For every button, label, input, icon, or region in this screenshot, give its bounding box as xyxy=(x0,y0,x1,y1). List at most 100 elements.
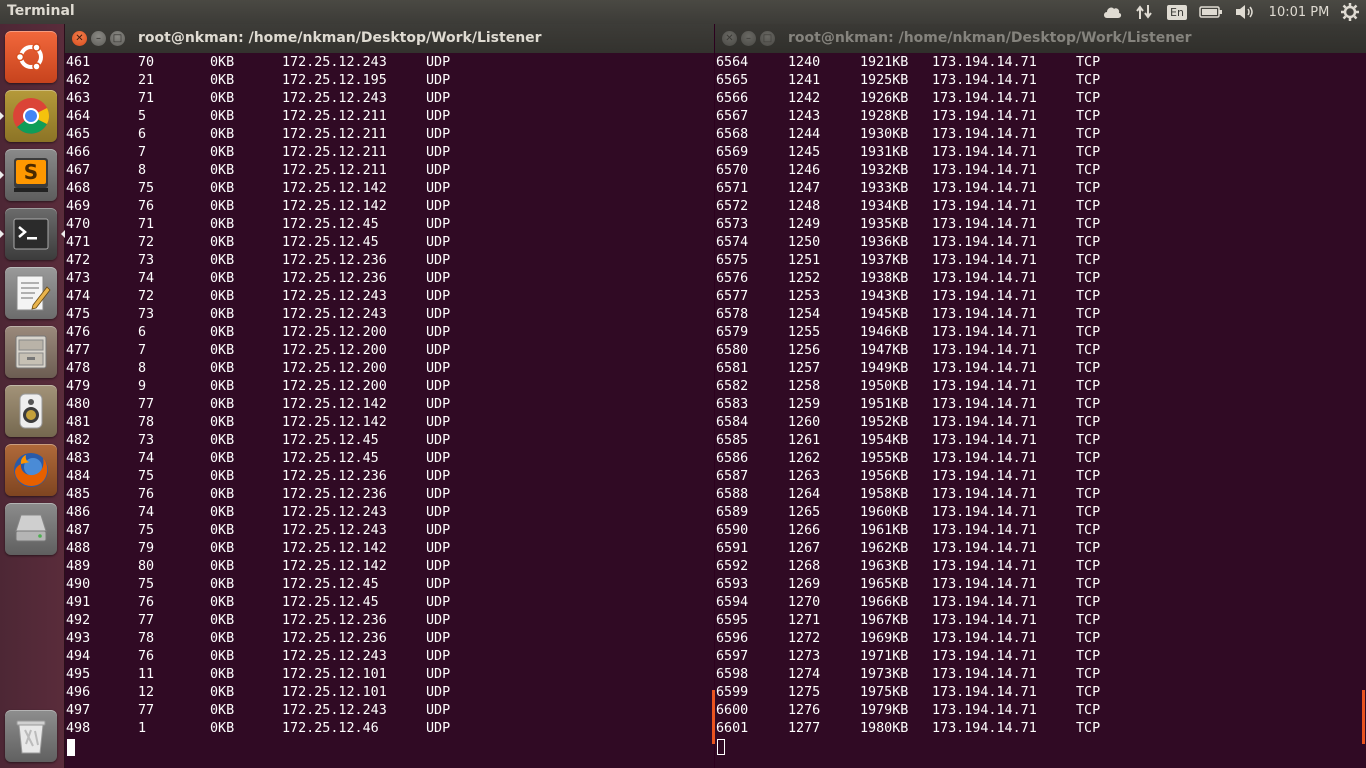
terminal-line: 492 77 0KB 172.25.12.236 UDP xyxy=(66,612,714,630)
protocol: TCP xyxy=(1076,703,1101,718)
terminal-output[interactable]: 461 70 0KB 172.25.12.243 UDP 462 21 0KB 172.25.1… xyxy=(66,54,714,756)
packet-count: 1261 xyxy=(788,433,821,448)
clock-time: 10:01 PM xyxy=(1268,4,1330,20)
session-gear-icon[interactable] xyxy=(1338,0,1362,24)
protocol: TCP xyxy=(1076,397,1101,412)
packet-index: 492 xyxy=(66,613,91,628)
text-editor-icon[interactable] xyxy=(5,267,57,319)
packet-count: 6 xyxy=(138,127,147,142)
packet-size: 0KB xyxy=(210,505,235,520)
battery-icon[interactable] xyxy=(1198,0,1224,24)
packet-count: 75 xyxy=(138,469,155,484)
packet-index: 470 xyxy=(66,217,91,232)
packet-size: 0KB xyxy=(210,469,235,484)
minimize-button[interactable]: – xyxy=(741,31,756,46)
packet-size: 1925KB xyxy=(860,73,909,88)
terminal-line: 486 74 0KB 172.25.12.243 UDP xyxy=(66,504,714,522)
ip-address: 172.25.12.142 xyxy=(282,541,387,556)
terminal-window-left[interactable]: ✕ – □ root@nkman: /home/nkman/Desktop/Wo… xyxy=(65,24,714,768)
close-button[interactable]: ✕ xyxy=(72,31,87,46)
keyboard-layout-indicator[interactable]: En xyxy=(1166,0,1188,24)
rhythmbox-icon[interactable] xyxy=(5,385,57,437)
terminal-line: 461 70 0KB 172.25.12.243 UDP xyxy=(66,54,714,72)
packet-size: 0KB xyxy=(210,271,235,286)
window-titlebar[interactable]: ✕ – □ root@nkman: /home/nkman/Desktop/Wo… xyxy=(715,24,1366,53)
protocol: UDP xyxy=(426,721,451,736)
drive-icon[interactable] xyxy=(5,503,57,555)
packet-count: 1250 xyxy=(788,235,821,250)
terminal-line: 476 6 0KB 172.25.12.200 UDP xyxy=(66,324,714,342)
packet-size: 0KB xyxy=(210,253,235,268)
ip-address: 172.25.12.236 xyxy=(282,487,387,502)
packet-index: 465 xyxy=(66,127,91,142)
protocol: UDP xyxy=(426,163,451,178)
packet-size: 1938KB xyxy=(860,271,909,286)
packet-size: 1980KB xyxy=(860,721,909,736)
packet-count: 8 xyxy=(138,163,147,178)
top-panel: Terminal En 10:01 PM xyxy=(0,0,1366,24)
terminal-line: 6598 1274 1973KB 173.194.14.71 TCP xyxy=(716,666,1366,684)
terminal-window-right[interactable]: ✕ – □ root@nkman: /home/nkman/Desktop/Wo… xyxy=(715,24,1366,768)
volume-icon[interactable] xyxy=(1234,0,1256,24)
packet-index: 6599 xyxy=(716,685,749,700)
packet-index: 6569 xyxy=(716,145,749,160)
firefox-icon[interactable] xyxy=(5,444,57,496)
packet-index: 488 xyxy=(66,541,91,556)
minimize-button[interactable]: – xyxy=(91,31,106,46)
clock[interactable]: 10:01 PM xyxy=(1262,0,1336,24)
ip-address: 172.25.12.142 xyxy=(282,559,387,574)
terminal-line: 6579 1255 1946KB 173.194.14.71 TCP xyxy=(716,324,1366,342)
running-indicator xyxy=(0,112,4,120)
packet-count: 75 xyxy=(138,523,155,538)
launcher: S xyxy=(0,24,65,768)
terminal-output[interactable]: 6564 1240 1921KB 173.194.14.71 TCP 6565 1241 19… xyxy=(716,54,1366,756)
window-resize-edge[interactable] xyxy=(1362,690,1365,744)
protocol: UDP xyxy=(426,325,451,340)
ip-address: 173.194.14.71 xyxy=(932,577,1037,592)
ip-address: 172.25.12.236 xyxy=(282,253,387,268)
terminal-line: 496 12 0KB 172.25.12.101 UDP xyxy=(66,684,714,702)
packet-count: 1244 xyxy=(788,127,821,142)
ip-address: 173.194.14.71 xyxy=(932,181,1037,196)
packet-index: 489 xyxy=(66,559,91,574)
network-arrows-icon[interactable] xyxy=(1133,0,1155,24)
packet-count: 73 xyxy=(138,433,155,448)
trash-icon[interactable] xyxy=(5,710,57,762)
packet-size: 1961KB xyxy=(860,523,909,538)
packet-count: 1255 xyxy=(788,325,821,340)
sublime-text-icon[interactable]: S xyxy=(0,149,57,201)
protocol: UDP xyxy=(426,667,451,682)
window-titlebar[interactable]: ✕ – □ root@nkman: /home/nkman/Desktop/Wo… xyxy=(65,24,714,53)
ip-address: 172.25.12.45 xyxy=(282,433,379,448)
packet-size: 0KB xyxy=(210,235,235,250)
maximize-button[interactable]: □ xyxy=(760,31,775,46)
packet-index: 497 xyxy=(66,703,91,718)
packet-count: 74 xyxy=(138,505,155,520)
packet-count: 77 xyxy=(138,613,155,628)
terminal-line: 489 80 0KB 172.25.12.142 UDP xyxy=(66,558,714,576)
protocol: TCP xyxy=(1076,685,1101,700)
terminal-icon[interactable] xyxy=(0,208,65,260)
file-manager-icon[interactable] xyxy=(5,326,57,378)
terminal-line: 6575 1251 1937KB 173.194.14.71 TCP xyxy=(716,252,1366,270)
terminal-line: 6591 1267 1962KB 173.194.14.71 TCP xyxy=(716,540,1366,558)
ubuntu-dash-icon[interactable] xyxy=(5,31,57,83)
ip-address: 172.25.12.45 xyxy=(282,451,379,466)
window-resize-edge[interactable] xyxy=(712,690,715,744)
packet-count: 1 xyxy=(138,721,147,736)
packet-size: 1947KB xyxy=(860,343,909,358)
close-button[interactable]: ✕ xyxy=(722,31,737,46)
packet-size: 0KB xyxy=(210,433,235,448)
terminal-line: 483 74 0KB 172.25.12.45 UDP xyxy=(66,450,714,468)
cloud-sync-icon[interactable] xyxy=(1100,0,1124,24)
protocol: UDP xyxy=(426,91,451,106)
protocol: TCP xyxy=(1076,253,1101,268)
maximize-button[interactable]: □ xyxy=(110,31,125,46)
ip-address: 173.194.14.71 xyxy=(932,649,1037,664)
packet-size: 0KB xyxy=(210,703,235,718)
terminal-line: 6596 1272 1969KB 173.194.14.71 TCP xyxy=(716,630,1366,648)
packet-index: 6565 xyxy=(716,73,749,88)
ip-address: 173.194.14.71 xyxy=(932,253,1037,268)
ip-address: 172.25.12.101 xyxy=(282,667,387,682)
chrome-icon[interactable] xyxy=(0,90,57,142)
